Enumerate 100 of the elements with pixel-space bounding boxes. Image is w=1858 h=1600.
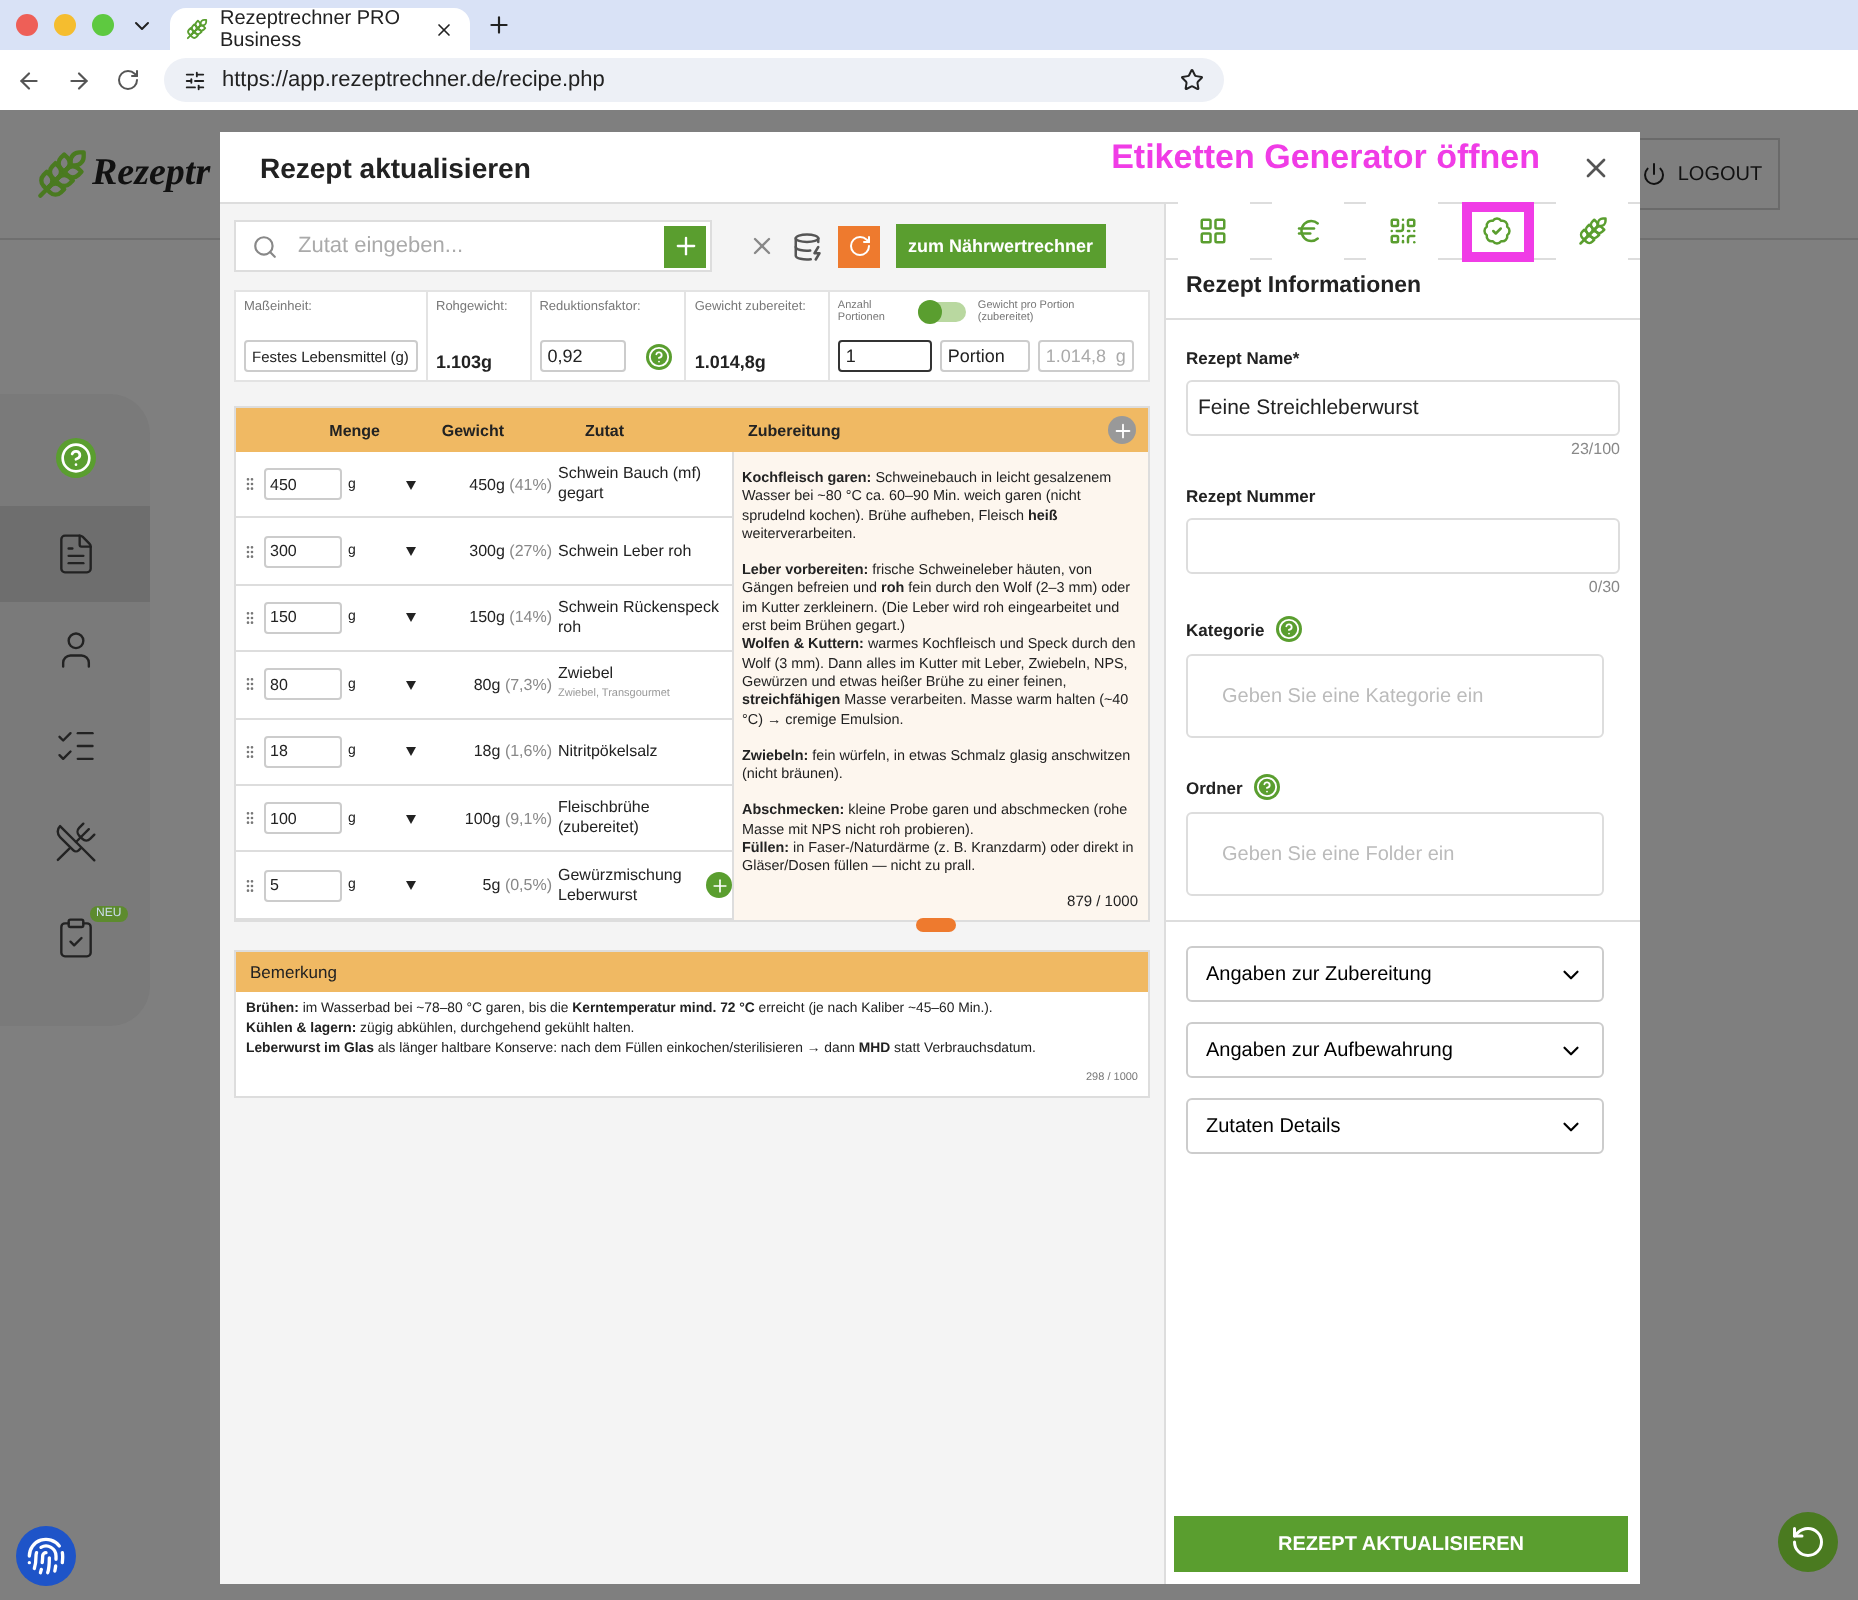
add-button[interactable]: [664, 225, 706, 267]
field-label: Kategorie: [1186, 619, 1265, 639]
fingerprint-button[interactable]: [16, 1526, 76, 1586]
caret-icon[interactable]: [406, 746, 416, 757]
category-field[interactable]: Geben Sie eine Kategorie ein: [1186, 654, 1604, 738]
amount-field[interactable]: 450: [264, 468, 342, 501]
raw-weight: 1.103g: [436, 352, 495, 372]
reduction-field[interactable]: 0,92: [539, 340, 626, 372]
reload-icon[interactable]: [116, 68, 140, 92]
column-header: Menge: [327, 421, 380, 439]
site-icon: [186, 18, 208, 40]
folder-field[interactable]: Geben Sie eine Folder ein: [1186, 812, 1604, 896]
weight-value: 80g (7,3%): [471, 675, 552, 694]
cutlery-icon: [53, 820, 97, 864]
accordion-header[interactable]: Angaben zur Aufbewahrung: [1186, 1022, 1604, 1078]
remark-header: Bemerkung: [236, 951, 1148, 992]
reload-icon: [847, 234, 871, 258]
drag-handle-icon[interactable]: [242, 476, 258, 493]
ingredient-search-field[interactable]: Zutat eingeben...: [234, 220, 712, 272]
power-icon: [1641, 162, 1666, 186]
browser-tab[interactable]: Rezeptrechner PRO Business: [170, 8, 470, 50]
ingredient-name: Schwein Bauch (mf) gegart: [558, 464, 704, 505]
weight-value: 5g (0,5%): [480, 876, 552, 895]
amount-field[interactable]: 5: [264, 869, 342, 902]
portions-field[interactable]: 1: [837, 340, 932, 372]
sidebar-item[interactable]: [0, 506, 150, 602]
clear-icon[interactable]: [748, 232, 776, 260]
annotation-label: Etiketten Generator öffnen: [1111, 137, 1540, 177]
ingredient-name: Zwiebel: [558, 664, 616, 685]
logo-icon: [36, 148, 88, 200]
amount-field[interactable]: 80: [264, 668, 342, 701]
ingredient-name: Schwein Rückenspeck roh: [558, 597, 721, 638]
database-search-icon[interactable]: [792, 231, 822, 261]
bookmark-icon[interactable]: [1180, 68, 1204, 92]
amount-field[interactable]: 100: [264, 802, 342, 835]
caret-icon[interactable]: [406, 479, 416, 490]
back-icon[interactable]: [16, 67, 42, 93]
close-tab-icon[interactable]: [434, 19, 454, 39]
icon-tab[interactable]: [1461, 201, 1534, 261]
close-window-button[interactable]: [16, 14, 38, 36]
grid-icon: [1198, 216, 1229, 246]
drag-handle-icon[interactable]: [242, 543, 258, 560]
forward-icon[interactable]: [66, 67, 92, 93]
portion-toggle[interactable]: [917, 302, 966, 322]
weight-value: 300g (27%): [467, 542, 552, 561]
badge-icon: [1482, 216, 1513, 246]
recipe-number-field[interactable]: [1186, 518, 1620, 574]
add-ingredient-button[interactable]: [706, 872, 732, 899]
drag-handle-icon[interactable]: [242, 743, 258, 760]
drag-handle-icon[interactable]: [242, 609, 258, 626]
weight-value: 450g (41%): [467, 475, 552, 494]
add-step-button[interactable]: [1108, 416, 1136, 444]
new-tab-icon[interactable]: [486, 12, 512, 38]
field-label: Ordner: [1186, 777, 1243, 797]
cooked-weight: 1.014,8g: [694, 352, 768, 372]
help-icon: [1276, 616, 1303, 642]
search-icon: [252, 233, 278, 259]
ingredient-name: Fleischbrühe (zubereitet): [558, 798, 652, 839]
qr-code-icon: [1387, 216, 1418, 246]
field-label: Rezept Name*: [1186, 348, 1302, 368]
ingredient-name: Nitritpökelsalz: [558, 741, 660, 762]
section-title: Rezept Informationen: [1166, 260, 1640, 320]
portion-unit-field[interactable]: Portion: [939, 340, 1030, 372]
reload-button[interactable]: [838, 225, 880, 267]
modal-title: Rezept aktualisieren: [260, 151, 533, 183]
accordion-header[interactable]: Angaben zur Zubereitung: [1186, 946, 1604, 1002]
column-header: Zutat: [582, 421, 624, 439]
caret-icon[interactable]: [406, 813, 416, 824]
plus-icon: [671, 232, 699, 260]
plus-icon: [1111, 419, 1133, 441]
caret-icon[interactable]: [406, 880, 416, 891]
site-settings-icon[interactable]: [184, 69, 206, 91]
help-icon: [645, 343, 672, 369]
search-input[interactable]: Zutat eingeben...: [294, 232, 648, 260]
recipe-name-field[interactable]: Feine Streichleberwurst: [1186, 380, 1620, 436]
plus-icon: [709, 875, 729, 896]
wheat-icon: [1577, 216, 1608, 246]
weight-value: 150g (14%): [467, 608, 552, 627]
drag-handle-icon[interactable]: [242, 877, 258, 894]
help-icon: [55, 438, 95, 478]
caret-icon[interactable]: [406, 546, 416, 557]
caret-icon[interactable]: [406, 679, 416, 690]
amount-field[interactable]: 150: [264, 601, 342, 634]
refresh-button[interactable]: [1778, 1512, 1838, 1572]
amount-field[interactable]: 18: [264, 735, 342, 768]
drag-handle-icon[interactable]: [242, 810, 258, 827]
character-count: 0/30: [1588, 578, 1620, 596]
amount-field[interactable]: 300: [264, 535, 342, 568]
refresh-icon: [1790, 1524, 1826, 1560]
address-bar[interactable]: https://app.rezeptrechner.de/recipe.php: [164, 58, 1224, 102]
character-count: 23/100: [1571, 440, 1620, 458]
column-header: Gewicht: [439, 421, 504, 439]
column-header: Zubereitung: [748, 421, 843, 439]
caret-icon[interactable]: [406, 612, 416, 623]
drag-handle-icon[interactable]: [242, 676, 258, 693]
ingredient-name: Gewürzmischung Leberwurst: [558, 865, 684, 906]
field-label: Rezept Nummer: [1186, 486, 1318, 506]
weight-value: 100g (9,1%): [462, 809, 552, 828]
fingerprint-icon: [26, 1536, 66, 1576]
accordion-header[interactable]: Zutaten Details: [1186, 1098, 1604, 1154]
